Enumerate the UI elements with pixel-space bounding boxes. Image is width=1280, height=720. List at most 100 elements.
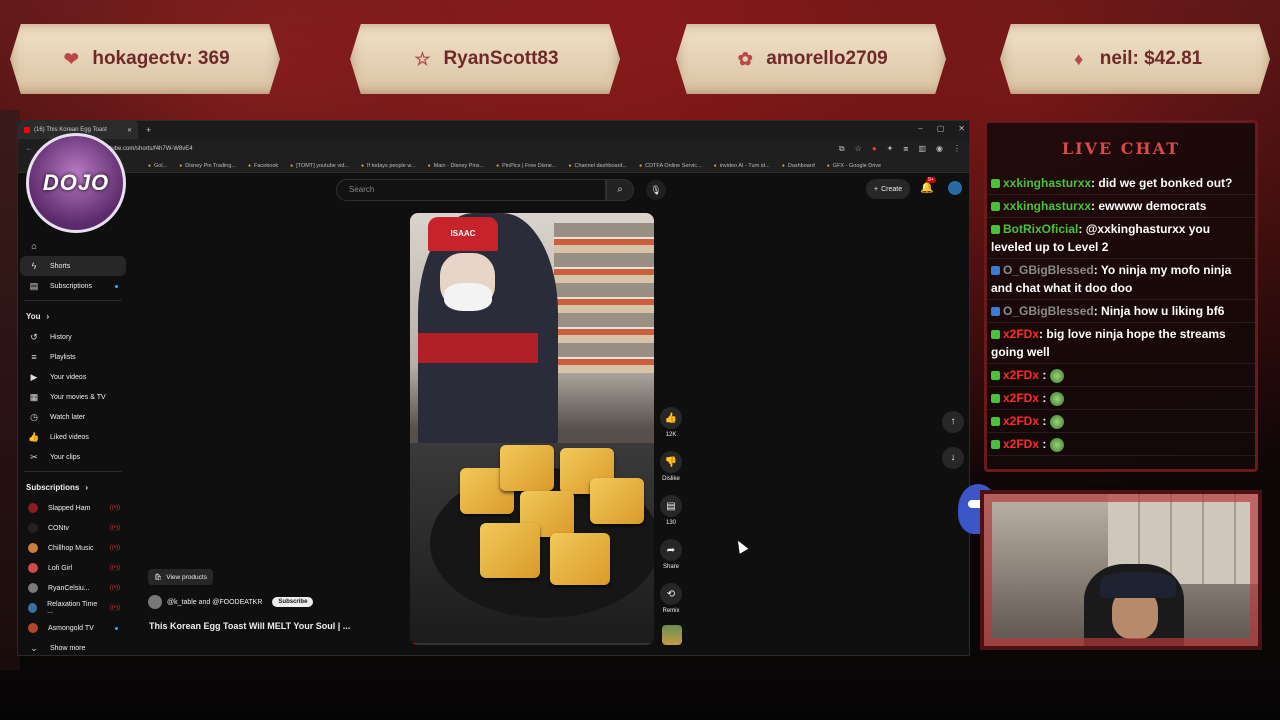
next-short-button[interactable]: ↓ (942, 447, 964, 469)
subscription-item[interactable]: Lofi Girl ((•)) (20, 558, 126, 578)
minimize-icon[interactable]: – (918, 124, 922, 133)
bookmark-item[interactable]: [TOMT] youtube vid... (290, 163, 349, 169)
gift-icon: ✿ (737, 48, 753, 69)
bookmark-star-icon[interactable]: ☆ (855, 144, 862, 154)
bookmark-item[interactable]: Disney Pin Trading... (179, 163, 236, 169)
divider (24, 300, 122, 301)
chat-text: : (1039, 368, 1050, 382)
bookmark-item[interactable]: Gol... (148, 163, 167, 169)
arrow-down-icon: ↓ (950, 452, 956, 463)
nav-subscriptions[interactable]: ▤ Subscriptions (20, 276, 126, 296)
extension-icon[interactable]: ✦ (887, 144, 894, 154)
channel-avatar[interactable] (148, 595, 162, 609)
back-icon[interactable]: ← (26, 146, 32, 152)
chat-badge-icon (991, 179, 1000, 189)
install-icon[interactable]: ⧉ (839, 144, 845, 154)
account-avatar[interactable] (948, 181, 962, 195)
star-icon: ☆ (414, 48, 431, 69)
video-title[interactable]: This Korean Egg Toast Will MELT Your Sou… (149, 621, 350, 631)
nav-movies[interactable]: ▦ Your movies & TV (20, 387, 126, 407)
live-indicator-icon: ((•)) (109, 505, 120, 511)
close-tab-icon[interactable]: ✕ (127, 127, 132, 134)
nav-label: History (50, 333, 72, 341)
subscribe-button[interactable]: Subscribe (272, 597, 314, 607)
new-tab-icon[interactable]: + (146, 125, 151, 135)
nav-subscriptions-header[interactable]: Subscriptions › (18, 476, 128, 498)
view-products-button[interactable]: 🛍 View products (148, 569, 213, 585)
chat-badge-icon (991, 371, 1000, 381)
nav-history[interactable]: ↺ History (20, 327, 126, 347)
video-collar (418, 333, 538, 363)
chat-badge-icon (991, 202, 1000, 212)
subscription-name: Chillhop Music (48, 544, 94, 552)
thumbs-down-icon: 👎 (660, 451, 682, 473)
nav-your-videos[interactable]: ▶ Your videos (20, 367, 126, 387)
bookmark-item[interactable]: CDTFA Online Servic... (639, 163, 702, 169)
toast-slice (480, 523, 540, 578)
create-button[interactable]: + Create (866, 179, 911, 199)
nav-clips[interactable]: ✂ Your clips (20, 447, 126, 467)
shorts-video-player[interactable]: ISAAC (410, 213, 654, 645)
chat-username: O_GBigBlessed (1003, 304, 1094, 318)
sidebar-icon[interactable]: ▥ (918, 144, 926, 154)
subscription-item[interactable]: RyanCelsiu... ((•)) (20, 578, 126, 598)
subscriptions-icon: ▤ (29, 280, 39, 291)
voice-search-button[interactable]: 🎙 (646, 180, 666, 200)
bookmark-item[interactable]: invideo AI - Turn id... (714, 163, 770, 169)
profile-icon[interactable]: ◉ (936, 144, 943, 154)
bookmark-item[interactable]: GFX - Google Drive (827, 163, 881, 169)
record-icon[interactable]: ● (872, 144, 877, 154)
chat-messages: xxkinghasturxx: did we get bonked out? xx… (987, 172, 1255, 456)
chat-emote-icon (1049, 437, 1064, 452)
nav-show-more[interactable]: ⌄ Show more (20, 638, 126, 655)
search-input[interactable]: Search (336, 179, 606, 201)
maximize-icon[interactable]: ▢ (937, 124, 945, 133)
like-button[interactable]: 👍 12K (660, 407, 682, 438)
latest-sub-text: amorello2709 (766, 48, 888, 69)
search-button[interactable]: ⌕ (606, 179, 634, 201)
chat-badge-icon (991, 307, 1000, 317)
bookmark-item[interactable]: PinPics | Free Disne... (496, 163, 556, 169)
nav-watch-later[interactable]: ◷ Watch later (20, 407, 126, 427)
nav-shorts[interactable]: ϟ Shorts (20, 256, 126, 276)
arrow-up-icon: ↑ (950, 416, 956, 427)
channel-name[interactable]: @k_table and @FOODEATKR (167, 599, 262, 606)
subscription-item[interactable]: Relaxation Time ... ((•)) (20, 598, 126, 618)
subscription-item[interactable]: Slapped Ham ((•)) (20, 498, 126, 518)
bookmark-item[interactable]: Main - Disney Pins... (428, 163, 484, 169)
chat-message: O_GBigBlessed: Yo ninja my mofo ninja an… (987, 259, 1255, 300)
nav-home[interactable]: ⌂ (20, 236, 126, 256)
menu-icon[interactable]: ⋮ (953, 144, 961, 154)
remix-button[interactable]: ⟲ Remix (660, 583, 682, 614)
nav-you[interactable]: You › (18, 305, 128, 327)
subscription-item[interactable]: Asmongold TV (20, 618, 126, 638)
chat-message: x2FDx : (987, 387, 1255, 410)
chat-text: : did we get bonked out? (1091, 176, 1233, 190)
new-content-dot (115, 626, 118, 630)
share-icon: ➦ (660, 539, 682, 561)
bookmark-item[interactable]: Facebook (248, 163, 278, 169)
nav-liked[interactable]: 👍 Liked videos (20, 427, 126, 447)
close-window-icon[interactable]: ✕ (958, 124, 965, 133)
subscription-item[interactable]: Chillhop Music ((•)) (20, 538, 126, 558)
bookmark-item[interactable]: If todays people w... (361, 163, 416, 169)
chat-username: xxkinghasturxx (1003, 176, 1092, 190)
subscription-item[interactable]: CONtv ((•)) (20, 518, 126, 538)
chat-username: x2FDx (1003, 368, 1040, 382)
left-nav: ⌂ ϟ Shorts ▤ Subscriptions You › ↺ History ≡… (18, 236, 128, 655)
bookmark-item[interactable]: Channel dashboard... (568, 163, 627, 169)
extension-icons: ⧉ ☆ ● ✦ ⧈ ▥ ◉ ⋮ (839, 144, 961, 154)
shorts-icon: ϟ (31, 261, 37, 271)
sound-thumbnail[interactable] (662, 625, 682, 645)
video-progress-bar[interactable] (410, 643, 654, 645)
comments-button[interactable]: ▤ 130 (660, 495, 682, 526)
nav-label: Liked videos (50, 433, 89, 441)
bookmark-item[interactable]: Dashboard (782, 163, 815, 169)
dislike-button[interactable]: 👎 Dislike (660, 451, 682, 482)
nav-playlists[interactable]: ≡ Playlists (20, 347, 126, 367)
previous-short-button[interactable]: ↑ (942, 411, 964, 433)
notifications-button[interactable]: 🔔 9+ (920, 177, 936, 194)
scissors-icon: ✂ (30, 451, 38, 462)
share-button[interactable]: ➦ Share (660, 539, 682, 570)
puzzle-icon[interactable]: ⧈ (903, 144, 908, 154)
